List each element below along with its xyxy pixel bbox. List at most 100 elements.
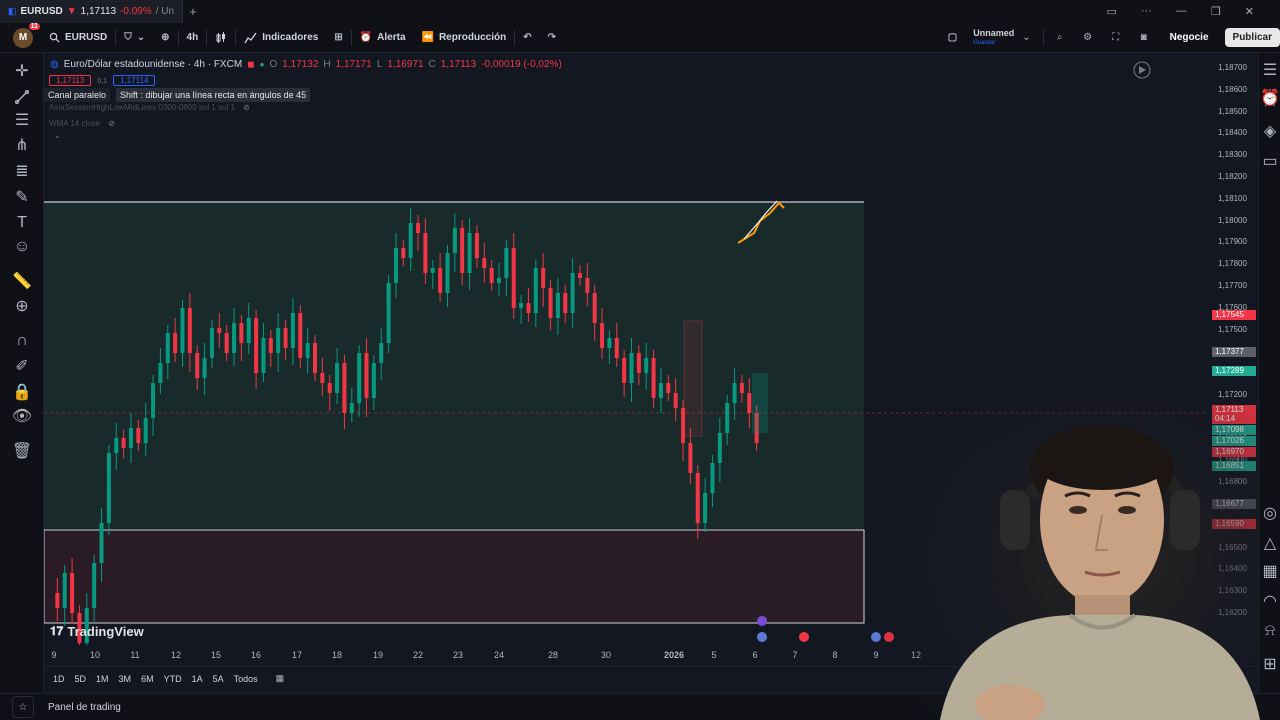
layout-name[interactable]: Unnamed Guardar [969, 28, 1018, 48]
compare-symbol-button[interactable]: ⛉ ⌄ [116, 23, 153, 53]
crosshair-icon[interactable]: ✛ [13, 62, 31, 80]
candle-body [92, 563, 97, 608]
apps-icon[interactable]: ⊞ [1262, 656, 1278, 673]
emoji-icon[interactable]: ☺ [13, 238, 31, 256]
event-marker [757, 632, 767, 642]
tv-logo-icon: 𝟏𝟕 [50, 624, 64, 638]
range-button-todos[interactable]: Todos [230, 674, 262, 684]
chat-icon[interactable]: ▭ [1262, 153, 1278, 170]
templates-button[interactable]: ⊞ [326, 23, 350, 53]
browser-tab-bar: ◧ EURUSD ▼ 1,17113 -0.09% / Un + ▭ ··· —… [0, 0, 1280, 23]
candle-body [173, 333, 178, 353]
redo-icon: ↷ [547, 32, 556, 43]
time-tick-label: 18 [331, 650, 343, 660]
trading-panel-tab[interactable]: Panel de trading [48, 702, 121, 713]
avatar[interactable]: M 11 [13, 22, 40, 48]
more-icon[interactable]: ··· [1141, 5, 1152, 18]
quick-search-icon[interactable]: ⌕ [1048, 32, 1072, 43]
range-button-1m[interactable]: 1M [92, 674, 113, 684]
collapse-legend-icon[interactable]: ⌃ [54, 135, 61, 144]
candle-body [585, 278, 590, 293]
publish-button[interactable]: Publicar [1224, 28, 1280, 47]
range-button-ytd[interactable]: YTD [160, 674, 186, 684]
drawing-toolbar: ✛ ☰ ⋔ ≣ ✎ T ☺ 📏 ⊕ ∩ ✐ 🔒 👁 🗑 [0, 53, 44, 693]
horizontal-lines-icon[interactable]: ☰ [13, 111, 31, 129]
avatar-letter: M [18, 32, 28, 43]
text-icon[interactable]: T [13, 214, 31, 232]
fullscreen-icon[interactable]: ⛶ [1104, 32, 1128, 43]
fibonacci-icon[interactable]: ≣ [13, 162, 31, 180]
layers-icon[interactable]: ◈ [1262, 123, 1278, 140]
bell-icon[interactable]: ⍾ [1262, 622, 1278, 639]
settings-icon[interactable]: ⚙ [1076, 32, 1100, 43]
broadcast-icon[interactable]: ◠ [1262, 593, 1278, 610]
maximize-icon[interactable]: ❐ [1211, 5, 1221, 18]
stay-drawing-icon[interactable]: ✐ [13, 357, 31, 375]
candle-body [430, 268, 435, 273]
chart-type-button[interactable] [207, 23, 235, 53]
redo-button[interactable]: ↷ [540, 23, 564, 53]
trend-line-icon[interactable] [13, 88, 31, 106]
sell-button[interactable]: 1,17113 [49, 75, 92, 86]
star-icon[interactable]: ☆ [12, 696, 34, 718]
minimize-icon[interactable]: — [1176, 5, 1187, 18]
replay-button[interactable]: ⏪ Reproducción [414, 23, 515, 53]
time-tick-label: 12 [170, 650, 182, 660]
range-button-5d[interactable]: 5D [71, 674, 91, 684]
eye-icon[interactable]: 👁 [12, 407, 32, 425]
candle-body [254, 318, 259, 373]
magnet-icon[interactable]: ∩ [13, 332, 31, 350]
browser-tab[interactable]: ◧ EURUSD ▼ 1,17113 -0.09% / Un [0, 0, 184, 23]
brush-icon[interactable]: ✎ [13, 188, 31, 206]
candle-body [563, 293, 568, 313]
new-tab-icon[interactable]: + [189, 4, 197, 19]
watchlist-icon[interactable]: ☰ [1262, 62, 1278, 79]
replay-label: Reproducción [438, 32, 507, 43]
candle-body [114, 438, 119, 453]
range-button-6m[interactable]: 6M [137, 674, 158, 684]
triangle-icon[interactable]: △ [1262, 535, 1278, 552]
time-tick-label: 24 [493, 650, 505, 660]
candle-body [497, 278, 502, 283]
range-button-5a[interactable]: 5A [209, 674, 228, 684]
candle-body [725, 403, 730, 433]
buy-button[interactable]: 1,17114 [113, 75, 156, 86]
candle-body [710, 463, 715, 493]
trash-icon[interactable]: 🗑 [12, 442, 32, 460]
interval-button[interactable]: 4h [179, 23, 207, 53]
range-button-1d[interactable]: 1D [49, 674, 69, 684]
range-button-3m[interactable]: 3M [115, 674, 136, 684]
chevron-down-icon[interactable]: ⌄ [1022, 32, 1030, 43]
symbol-search-button[interactable]: EURUSD [41, 23, 115, 53]
indicators-button[interactable]: Indicadores [236, 23, 326, 53]
time-tick-label: 23 [452, 650, 464, 660]
supply-demand-zone-red [44, 530, 864, 623]
indicator-legend-wma[interactable]: WMA 14 close ⊘ [49, 119, 115, 128]
candle-body [128, 428, 133, 448]
close-window-icon[interactable]: ✕ [1245, 5, 1254, 18]
camera-icon[interactable]: ◙ [1132, 32, 1156, 43]
layout-select-button[interactable]: ▢ [940, 23, 965, 53]
target-icon[interactable]: ◎ [1262, 505, 1278, 522]
ruler-icon[interactable]: 📏 [12, 272, 32, 290]
add-symbol-button[interactable]: ⊕ [153, 23, 177, 53]
undo-button[interactable]: ↶ [515, 23, 539, 53]
webcam-overlay [880, 400, 1260, 720]
calendar-icon[interactable]: ▦ [1262, 563, 1278, 580]
candle-body [268, 338, 273, 353]
trade-button[interactable]: Negocie [1160, 32, 1219, 43]
zoom-in-icon[interactable]: ⊕ [13, 297, 31, 315]
range-button-1a[interactable]: 1A [188, 674, 207, 684]
candle-body [371, 363, 376, 398]
candle-body [555, 293, 560, 318]
indicator-legend-asia[interactable]: AsiaSessionHighLowMidLines 0300-0800 sol… [49, 103, 250, 112]
alerts-icon[interactable]: ⏰ [1260, 90, 1280, 107]
window-layout-icon[interactable]: ▭ [1107, 5, 1117, 18]
alert-button[interactable]: ⏰ Alerta [352, 23, 414, 53]
goto-date-icon[interactable]: ▦ [272, 673, 289, 684]
eye-off-icon[interactable]: ⊘ [243, 103, 250, 112]
eye-off-icon[interactable]: ⊘ [108, 119, 115, 128]
pitchfork-icon[interactable]: ⋔ [13, 136, 31, 154]
lock-icon[interactable]: 🔒 [12, 383, 32, 401]
candle-body [482, 258, 487, 268]
